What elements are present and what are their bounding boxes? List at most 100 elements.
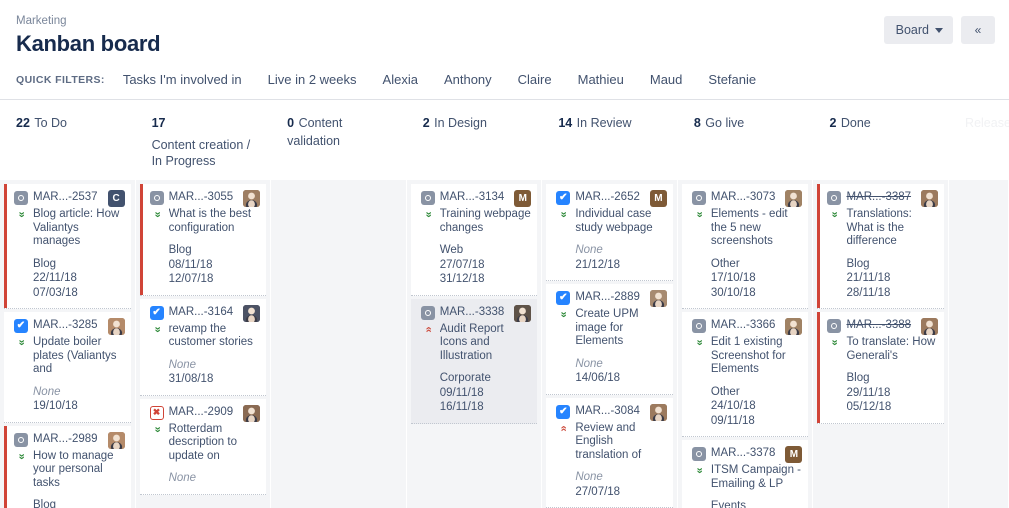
card-summary-row: » Update boiler plates (Valiantys and [14, 336, 125, 377]
issue-key[interactable]: MAR...-3285 [33, 318, 103, 333]
column-header-1[interactable]: 17 Content creation / In Progress [136, 100, 271, 180]
issue-card[interactable]: MAR...-2537 C » Blog article: How Valiantys… [4, 184, 131, 309]
issue-key[interactable]: MAR...-3338 [440, 305, 510, 320]
issue-key[interactable]: MAR...-3366 [711, 318, 781, 333]
issue-key[interactable]: MAR...-2889 [575, 290, 645, 305]
issue-key[interactable]: MAR...-2537 [33, 190, 103, 205]
issue-card[interactable]: MAR...-3387 » Translations: What is the di… [817, 184, 945, 309]
flag-indicator [817, 184, 821, 308]
quick-filter-0[interactable]: Tasks I'm involved in [123, 72, 242, 87]
quick-filter-4[interactable]: Claire [518, 72, 552, 87]
issue-key[interactable]: MAR...-3164 [169, 305, 239, 320]
card-date-start: 08/11/18 [168, 258, 213, 271]
avatar[interactable] [514, 304, 532, 322]
issue-card[interactable]: MAR...-3388 » To translate: How Generali's… [817, 312, 945, 424]
avatar[interactable]: M [514, 190, 532, 207]
avatar[interactable] [921, 190, 939, 207]
column-cards-6[interactable]: MAR...-3387 » Translations: What is the di… [813, 180, 949, 508]
issue-card[interactable]: ✔ MAR...-2889 » Create UPM image for Elemen… [546, 284, 673, 395]
board-column-6: 2 Done MAR...-3387 » Translations: What is … [813, 100, 950, 508]
issue-key[interactable]: MAR...-3134 [440, 190, 510, 205]
issue-card[interactable]: MAR...-3338 « Audit Report Icons and Illus… [410, 298, 538, 424]
priority-low-icon: » [828, 211, 841, 218]
column-cards-5[interactable]: MAR...-3073 » Elements - edit the 5 new sc… [677, 180, 813, 508]
issue-card[interactable]: MAR...-3073 » Elements - edit the 5 new sc… [681, 184, 809, 309]
issue-key[interactable]: MAR...-2989 [33, 432, 103, 447]
quick-filter-2[interactable]: Alexia [383, 72, 418, 87]
issue-key[interactable]: MAR...-3073 [711, 190, 781, 205]
column-header-5[interactable]: 8 Go live [678, 100, 813, 180]
column-header-0[interactable]: 22 To Do [0, 100, 135, 180]
issue-key[interactable]: MAR...-2652 [575, 190, 645, 205]
avatar[interactable] [649, 290, 667, 307]
issue-key[interactable]: MAR...-3387 [846, 190, 916, 205]
card-footer: None 19/10/18 [33, 385, 125, 414]
avatar[interactable] [785, 318, 803, 335]
flag-indicator [546, 284, 549, 394]
column-cards-0[interactable]: MAR...-2537 C » Blog article: How Valiantys… [0, 180, 135, 508]
column-header-2[interactable]: 0 Content validation [271, 100, 406, 180]
issue-card[interactable]: MAR...-3378 M » ITSM Campaign - Emailing & … [681, 440, 809, 508]
issue-key[interactable]: MAR...-3388 [846, 318, 916, 333]
board-view-dropdown[interactable]: Board [883, 16, 953, 44]
card-footer: Other 24/10/18 09/11/18 [711, 385, 803, 429]
issue-card[interactable]: MAR...-3055 » What is the best configurati… [139, 184, 267, 296]
avatar[interactable] [243, 190, 261, 207]
avatar[interactable] [107, 318, 125, 335]
issue-card[interactable]: MAR...-3366 » Edit 1 existing Screenshot f… [681, 312, 809, 437]
card-top-row: MAR...-3378 M [691, 446, 803, 463]
flag-indicator [4, 312, 7, 422]
task-type-icon [827, 319, 842, 333]
column-cards-3[interactable]: MAR...-3134 M » Training webpage changes Web… [406, 180, 542, 508]
issue-card[interactable]: ✔ MAR...-3285 » Update boiler plates (Valia… [4, 312, 131, 423]
avatar[interactable] [107, 431, 125, 449]
avatar-photo-icon [243, 304, 261, 322]
column-header-4[interactable]: 14 In Review [542, 100, 677, 180]
quick-filter-3[interactable]: Anthony [444, 72, 492, 87]
flag-indicator [4, 184, 7, 308]
card-label: None [168, 472, 197, 484]
quick-filter-1[interactable]: Live in 2 weeks [268, 72, 357, 87]
issue-key[interactable]: MAR...-3378 [711, 446, 781, 461]
issue-card[interactable]: MAR...-3134 M » Training webpage changes Web… [410, 184, 538, 296]
breadcrumb[interactable]: Marketing [16, 14, 993, 28]
column-header-3[interactable]: 2 In Design [407, 100, 542, 180]
avatar[interactable] [649, 403, 667, 421]
issue-card[interactable]: ✔ MAR...-3084 « Review and English translat… [546, 397, 673, 508]
column-header-7[interactable]: Release... [949, 100, 1009, 180]
column-name: Content creation / In Progress [151, 138, 251, 168]
issue-card[interactable]: ✔ MAR...-2652 M » Individual case study webp… [546, 184, 673, 281]
card-date-due: 31/12/18 [439, 273, 485, 285]
card-top-row: MAR...-3055 [149, 190, 261, 207]
collapse-header-button[interactable]: « [961, 16, 995, 44]
avatar[interactable]: M [649, 190, 667, 207]
issue-card[interactable]: MAR...-2989 » How to manage your personal … [4, 425, 131, 508]
column-cards-1[interactable]: MAR...-3055 » What is the best configurati… [135, 180, 271, 508]
issue-card[interactable]: ✖ MAR...-2909 » Rotterdam description to up… [139, 398, 267, 495]
flag-indicator [682, 440, 685, 508]
card-top-row: MAR...-3366 [691, 318, 803, 335]
column-cards-4[interactable]: ✔ MAR...-2652 M » Individual case study webp… [542, 180, 677, 508]
avatar[interactable] [785, 190, 803, 207]
issue-key[interactable]: MAR...-2909 [169, 405, 239, 420]
avatar[interactable]: M [785, 446, 803, 463]
issue-key[interactable]: MAR...-3055 [169, 190, 239, 205]
avatar[interactable] [243, 404, 261, 422]
column-name: To Do [34, 116, 68, 130]
column-cards-7[interactable] [949, 180, 1009, 508]
issue-card[interactable]: ✔ MAR...-3164 » revamp the customer stories… [139, 298, 267, 396]
avatar[interactable]: C [107, 190, 125, 207]
flag-indicator [411, 184, 414, 295]
column-cards-2[interactable] [271, 180, 406, 508]
quick-filter-5[interactable]: Mathieu [578, 72, 624, 87]
issue-summary: Update boiler plates (Valiantys and [33, 336, 117, 375]
column-header-6[interactable]: 2 Done [813, 100, 948, 180]
flag-indicator [817, 312, 821, 423]
avatar[interactable] [243, 304, 261, 322]
avatar[interactable] [921, 318, 939, 335]
issue-key[interactable]: MAR...-3084 [575, 404, 645, 419]
quick-filter-7[interactable]: Stefanie [708, 72, 756, 87]
card-summary-row: » Training webpage changes [421, 208, 532, 235]
quick-filter-6[interactable]: Maud [650, 72, 683, 87]
card-footer: None 14/06/18 [575, 357, 667, 386]
